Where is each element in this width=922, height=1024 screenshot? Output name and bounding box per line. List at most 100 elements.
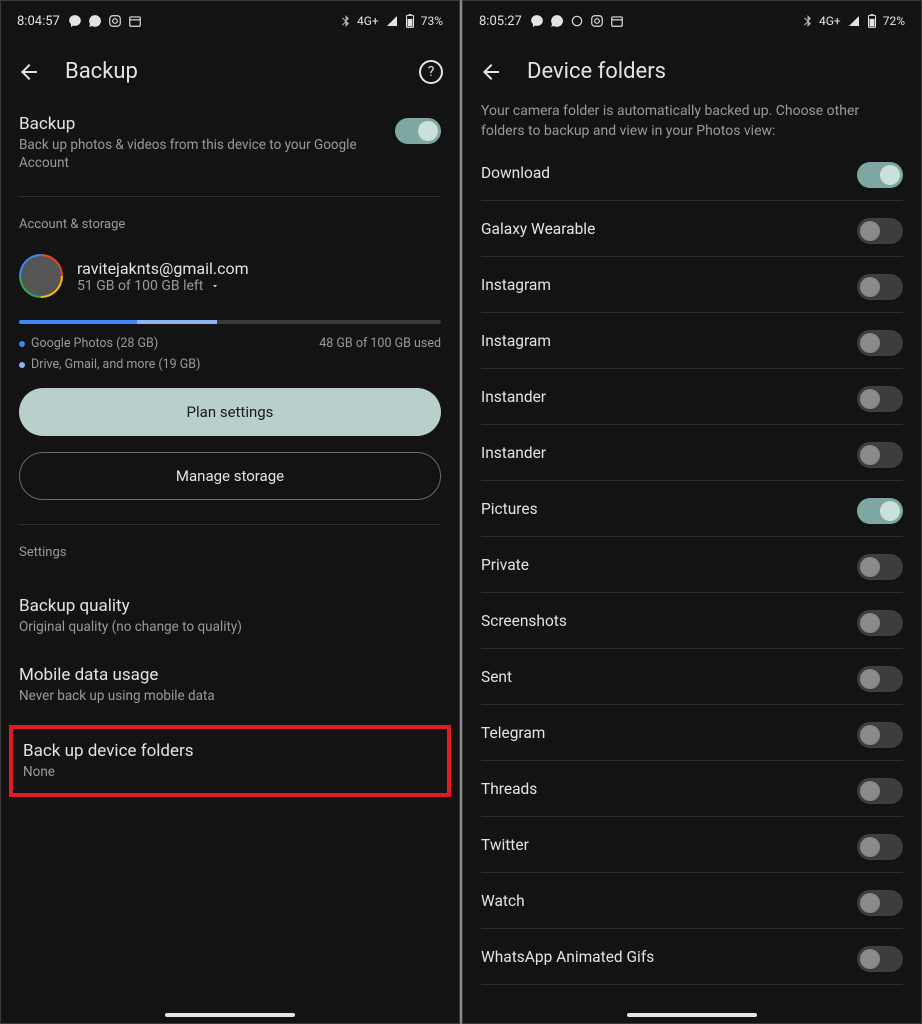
app-bar: Device folders bbox=[463, 41, 921, 102]
backup-screen: 8:04:57 4G+ 73% Backup ? Backup Back up … bbox=[0, 0, 460, 1024]
setting-title: Back up device folders bbox=[23, 741, 437, 761]
battery-icon bbox=[867, 14, 877, 28]
setting-title: Backup quality bbox=[19, 596, 441, 616]
folder-row[interactable]: Instagram bbox=[481, 313, 903, 369]
storage-drive-legend: Drive, Gmail, and more (19 GB) bbox=[19, 357, 200, 372]
folder-row[interactable]: Watch bbox=[481, 873, 903, 929]
folder-row[interactable]: Threads bbox=[481, 761, 903, 817]
whatsapp-icon bbox=[550, 14, 564, 28]
account-row[interactable]: ravitejaknts@gmail.com 51 GB of 100 GB l… bbox=[19, 254, 441, 298]
storage-photos-legend: Google Photos (28 GB) bbox=[19, 336, 158, 351]
bluetooth-icon bbox=[339, 15, 351, 27]
bluetooth-icon bbox=[801, 15, 813, 27]
network-label: 4G+ bbox=[357, 14, 379, 28]
chevron-down-icon bbox=[210, 281, 220, 291]
setting-mobile-data[interactable]: Mobile data usage Never back up using mo… bbox=[19, 651, 441, 719]
calendar-icon bbox=[610, 14, 624, 28]
battery-icon bbox=[405, 14, 415, 28]
back-arrow-icon[interactable] bbox=[479, 60, 503, 84]
folder-row[interactable]: Private bbox=[481, 537, 903, 593]
folder-row[interactable]: Telegram bbox=[481, 705, 903, 761]
folder-row[interactable]: Download bbox=[481, 145, 903, 201]
divider bbox=[19, 196, 441, 197]
folder-name: Private bbox=[481, 556, 529, 574]
battery-percent: 72% bbox=[883, 14, 905, 28]
setting-sub: Never back up using mobile data bbox=[19, 687, 441, 705]
circle-icon bbox=[570, 14, 584, 28]
account-storage-label: Account & storage bbox=[19, 217, 441, 232]
whatsapp-icon bbox=[88, 14, 102, 28]
help-icon[interactable]: ? bbox=[419, 60, 443, 84]
folder-row[interactable]: Instander bbox=[481, 369, 903, 425]
folder-toggle[interactable] bbox=[857, 610, 903, 636]
backup-toggle[interactable] bbox=[395, 118, 441, 144]
folder-toggle[interactable] bbox=[857, 554, 903, 580]
folder-toggle[interactable] bbox=[857, 834, 903, 860]
folder-toggle[interactable] bbox=[857, 442, 903, 468]
folder-name: Watch bbox=[481, 892, 525, 910]
folder-row[interactable]: Pictures bbox=[481, 481, 903, 537]
setting-sub: Original quality (no change to quality) bbox=[19, 618, 441, 636]
folder-name: Instander bbox=[481, 388, 546, 406]
status-time: 8:04:57 bbox=[17, 14, 60, 29]
battery-percent: 73% bbox=[421, 14, 443, 28]
notification-icons bbox=[530, 14, 624, 28]
status-bar: 8:04:57 4G+ 73% bbox=[1, 1, 459, 41]
folder-name: Threads bbox=[481, 780, 537, 798]
network-label: 4G+ bbox=[819, 14, 841, 28]
folder-toggle[interactable] bbox=[857, 946, 903, 972]
signal-icon bbox=[847, 15, 861, 27]
folder-name: Instander bbox=[481, 444, 546, 462]
folder-row[interactable]: WhatsApp Animated Gifs bbox=[481, 929, 903, 985]
folder-toggle[interactable] bbox=[857, 666, 903, 692]
page-title: Device folders bbox=[527, 59, 905, 84]
folder-list: Download Galaxy Wearable Instagram Instagra… bbox=[463, 145, 921, 985]
folder-name: Telegram bbox=[481, 724, 545, 742]
signal-icon bbox=[385, 15, 399, 27]
folder-toggle[interactable] bbox=[857, 386, 903, 412]
folder-row[interactable]: Instagram bbox=[481, 257, 903, 313]
folder-row[interactable]: Twitter bbox=[481, 817, 903, 873]
instagram-icon bbox=[108, 14, 122, 28]
storage-bar bbox=[19, 320, 441, 324]
status-bar: 8:05:27 4G+ 72% bbox=[463, 1, 921, 41]
setting-title: Mobile data usage bbox=[19, 665, 441, 685]
manage-storage-button[interactable]: Manage storage bbox=[19, 452, 441, 500]
storage-used: 48 GB of 100 GB used bbox=[319, 336, 441, 351]
folder-toggle[interactable] bbox=[857, 778, 903, 804]
account-email: ravitejaknts@gmail.com bbox=[77, 259, 249, 278]
backup-title: Backup bbox=[19, 114, 383, 134]
folder-toggle[interactable] bbox=[857, 162, 903, 188]
folder-name: Twitter bbox=[481, 836, 529, 854]
folder-toggle[interactable] bbox=[857, 890, 903, 916]
folder-toggle[interactable] bbox=[857, 330, 903, 356]
folder-name: Galaxy Wearable bbox=[481, 220, 595, 238]
setting-device-folders-highlight[interactable]: Back up device folders None bbox=[9, 725, 451, 797]
back-arrow-icon[interactable] bbox=[17, 60, 41, 84]
folder-toggle[interactable] bbox=[857, 498, 903, 524]
backup-master-toggle-row[interactable]: Backup Back up photos & videos from this… bbox=[19, 114, 441, 172]
nav-indicator bbox=[627, 1013, 757, 1017]
folder-toggle[interactable] bbox=[857, 722, 903, 748]
account-storage-left: 51 GB of 100 GB left bbox=[77, 278, 249, 294]
folder-name: Screenshots bbox=[481, 612, 567, 630]
folder-name: Download bbox=[481, 164, 550, 182]
folder-row[interactable]: Instander bbox=[481, 425, 903, 481]
calendar-icon bbox=[128, 14, 142, 28]
notification-icons bbox=[68, 14, 142, 28]
instagram-icon bbox=[590, 14, 604, 28]
device-folders-screen: 8:05:27 4G+ 72% Device folders Your came… bbox=[462, 0, 922, 1024]
settings-label: Settings bbox=[19, 545, 441, 560]
folder-name: Instagram bbox=[481, 332, 551, 350]
folder-row[interactable]: Galaxy Wearable bbox=[481, 201, 903, 257]
plan-settings-button[interactable]: Plan settings bbox=[19, 388, 441, 436]
folder-name: Instagram bbox=[481, 276, 551, 294]
folder-row[interactable]: Sent bbox=[481, 649, 903, 705]
message-icon bbox=[68, 14, 82, 28]
setting-backup-quality[interactable]: Backup quality Original quality (no chan… bbox=[19, 582, 441, 650]
folder-toggle[interactable] bbox=[857, 274, 903, 300]
setting-sub: None bbox=[23, 763, 437, 781]
folder-row[interactable]: Screenshots bbox=[481, 593, 903, 649]
folder-toggle[interactable] bbox=[857, 218, 903, 244]
page-title: Backup bbox=[65, 59, 395, 84]
